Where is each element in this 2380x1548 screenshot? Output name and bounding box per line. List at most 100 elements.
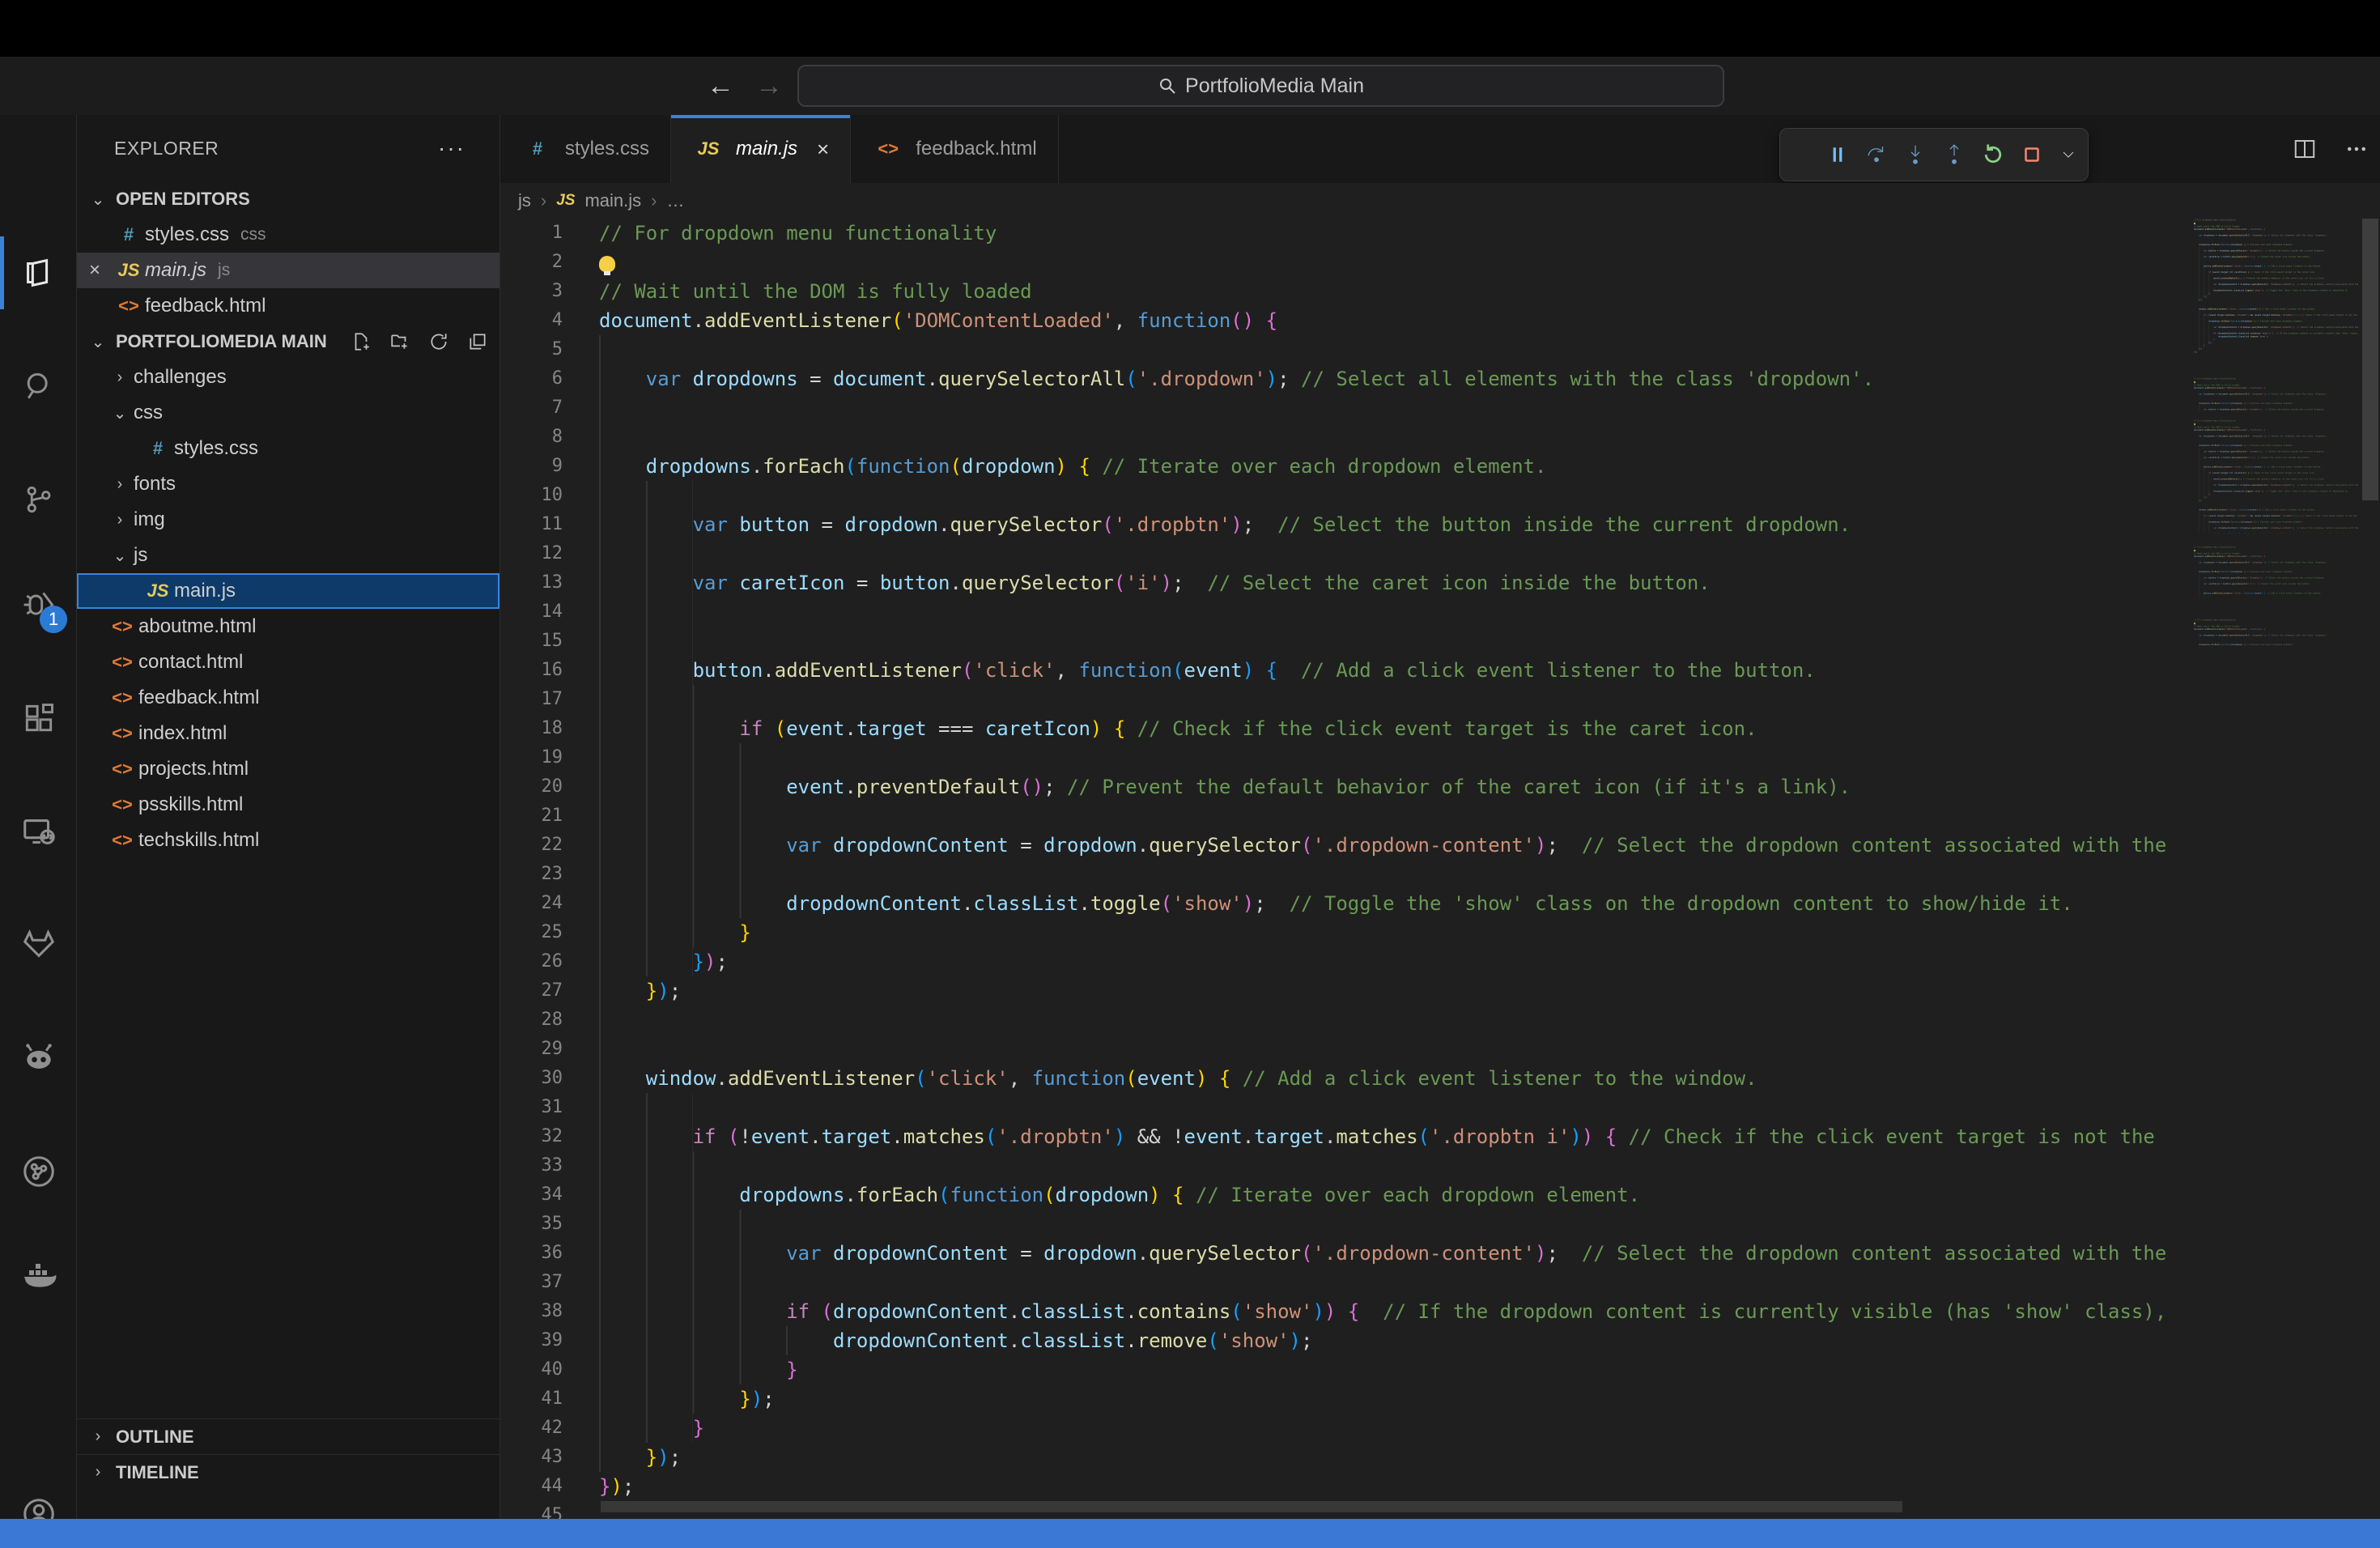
line-number[interactable]: 44	[500, 1472, 599, 1501]
code-line[interactable]: 7	[500, 393, 2189, 423]
tree-item-img[interactable]: ›img	[77, 502, 499, 538]
tree-item-psskills.html[interactable]: <>psskills.html	[77, 787, 499, 823]
code-line[interactable]: 28	[500, 1006, 2189, 1035]
line-number[interactable]: 23	[500, 860, 599, 889]
code-line[interactable]: 42}	[500, 1414, 2189, 1443]
scrollbar-thumb[interactable]	[601, 1501, 1902, 1512]
line-number[interactable]: 28	[500, 1006, 599, 1035]
line-number[interactable]: 30	[500, 1064, 599, 1093]
code-line[interactable]: 31	[500, 1093, 2189, 1122]
timeline-header[interactable]: › TIMELINE	[77, 1454, 500, 1490]
collapse-all-icon[interactable]	[467, 331, 488, 352]
breadcrumb[interactable]: js › JS main.js › …	[500, 183, 2380, 219]
code-line[interactable]: 9dropdowns.forEach(function(dropdown) { …	[500, 452, 2189, 481]
breadcrumb-file[interactable]: main.js	[584, 190, 641, 211]
code-editor[interactable]: 1// For dropdown menu functionality23// …	[500, 219, 2189, 1519]
more-actions-icon[interactable]	[2344, 137, 2369, 161]
lightbulb-icon[interactable]	[599, 256, 615, 272]
back-button[interactable]: ←	[696, 70, 745, 102]
code-line[interactable]: 24dropdownContent.classList.toggle('show…	[500, 889, 2189, 918]
code-line[interactable]: 32if (!event.target.matches('.dropbtn') …	[500, 1122, 2189, 1151]
tree-item-main.js[interactable]: JSmain.js	[77, 573, 499, 609]
line-number[interactable]: 11	[500, 510, 599, 539]
tree-item-contact.html[interactable]: <>contact.html	[77, 644, 499, 680]
line-number[interactable]: 15	[500, 627, 599, 656]
scrollbar-thumb[interactable]	[2362, 219, 2378, 500]
code-line[interactable]: 29	[500, 1035, 2189, 1064]
code-line[interactable]: 40}	[500, 1355, 2189, 1384]
code-line[interactable]: 36var dropdownContent = dropdown.querySe…	[500, 1239, 2189, 1268]
line-number[interactable]: 31	[500, 1093, 599, 1122]
code-line[interactable]: 1// For dropdown menu functionality	[500, 219, 2189, 248]
tree-item-projects.html[interactable]: <>projects.html	[77, 751, 499, 787]
code-line[interactable]: 13var caretIcon = button.querySelector('…	[500, 568, 2189, 598]
activity-bot-icon[interactable]	[0, 1022, 77, 1095]
line-number[interactable]: 24	[500, 889, 599, 918]
outline-header[interactable]: › OUTLINE	[77, 1418, 500, 1454]
line-number[interactable]: 22	[500, 831, 599, 860]
activity-source-control-icon[interactable]	[0, 463, 77, 536]
line-number[interactable]: 1	[500, 219, 599, 248]
activity-graph-icon[interactable]	[0, 1135, 77, 1208]
close-icon[interactable]: ×	[77, 259, 113, 282]
line-number[interactable]: 5	[500, 335, 599, 364]
activity-remote-explorer-icon[interactable]	[0, 795, 77, 868]
code-line[interactable]: 17	[500, 685, 2189, 714]
open-editor-styles.css[interactable]: #styles.csscss	[77, 217, 499, 253]
line-number[interactable]: 13	[500, 568, 599, 598]
activity-extensions-icon[interactable]	[0, 682, 77, 755]
chevron-down-icon[interactable]	[2059, 145, 2078, 164]
line-number[interactable]: 37	[500, 1268, 599, 1297]
code-line[interactable]: 37	[500, 1268, 2189, 1297]
line-number[interactable]: 21	[500, 802, 599, 831]
code-line[interactable]: 27});	[500, 976, 2189, 1006]
line-number[interactable]: 41	[500, 1384, 599, 1414]
code-line[interactable]: 39dropdownContent.classList.remove('show…	[500, 1326, 2189, 1355]
line-number[interactable]: 4	[500, 306, 599, 335]
code-line[interactable]: 3// Wait until the DOM is fully loaded	[500, 277, 2189, 306]
code-line[interactable]: 34dropdowns.forEach(function(dropdown) {…	[500, 1180, 2189, 1210]
restart-icon[interactable]	[1981, 142, 2005, 167]
line-number[interactable]: 12	[500, 539, 599, 568]
line-number[interactable]: 16	[500, 656, 599, 685]
code-line[interactable]: 22var dropdownContent = dropdown.querySe…	[500, 831, 2189, 860]
line-number[interactable]: 2	[500, 248, 599, 277]
line-number[interactable]: 42	[500, 1414, 599, 1443]
open-editor-main.js[interactable]: ×JSmain.jsjs	[77, 253, 499, 288]
line-number[interactable]: 40	[500, 1355, 599, 1384]
line-number[interactable]: 14	[500, 598, 599, 627]
activity-docker-icon[interactable]	[0, 1240, 77, 1313]
command-center-search[interactable]: PortfolioMedia Main	[797, 65, 1724, 107]
code-line[interactable]: 8	[500, 423, 2189, 452]
activity-explorer-icon[interactable]	[0, 236, 77, 309]
line-number[interactable]: 27	[500, 976, 599, 1006]
tree-item-feedback.html[interactable]: <>feedback.html	[77, 680, 499, 716]
code-line[interactable]: 19	[500, 743, 2189, 772]
open-editors-header[interactable]: ⌄ OPEN EDITORS	[77, 181, 499, 217]
vertical-scrollbar[interactable]	[2361, 219, 2380, 1519]
code-line[interactable]: 44});	[500, 1472, 2189, 1501]
tab-main.js[interactable]: JSmain.js×	[671, 115, 851, 183]
line-number[interactable]: 10	[500, 481, 599, 510]
code-line[interactable]: 18if (event.target === caretIcon) { // C…	[500, 714, 2189, 743]
line-number[interactable]: 35	[500, 1210, 599, 1239]
new-file-icon[interactable]	[351, 331, 372, 352]
step-into-icon[interactable]	[1903, 142, 1927, 167]
tree-item-styles.css[interactable]: #styles.css	[77, 431, 499, 466]
code-line[interactable]: 38if (dropdownContent.classList.contains…	[500, 1297, 2189, 1326]
horizontal-scrollbar[interactable]	[500, 1501, 2189, 1514]
code-line[interactable]: 21	[500, 802, 2189, 831]
activity-search-icon[interactable]	[0, 350, 77, 423]
code-line[interactable]: 14	[500, 598, 2189, 627]
tab-styles.css[interactable]: #styles.css	[500, 115, 671, 183]
line-number[interactable]: 19	[500, 743, 599, 772]
line-number[interactable]: 6	[500, 364, 599, 393]
code-line[interactable]: 10	[500, 481, 2189, 510]
line-number[interactable]: 38	[500, 1297, 599, 1326]
tree-item-techskills.html[interactable]: <>techskills.html	[77, 823, 499, 858]
code-line[interactable]: 25}	[500, 918, 2189, 947]
code-line[interactable]: 4document.addEventListener('DOMContentLo…	[500, 306, 2189, 335]
breadcrumb-symbol[interactable]: …	[666, 190, 684, 211]
tree-item-challenges[interactable]: ›challenges	[77, 359, 499, 395]
code-line[interactable]: 20event.preventDefault(); // Prevent the…	[500, 772, 2189, 802]
